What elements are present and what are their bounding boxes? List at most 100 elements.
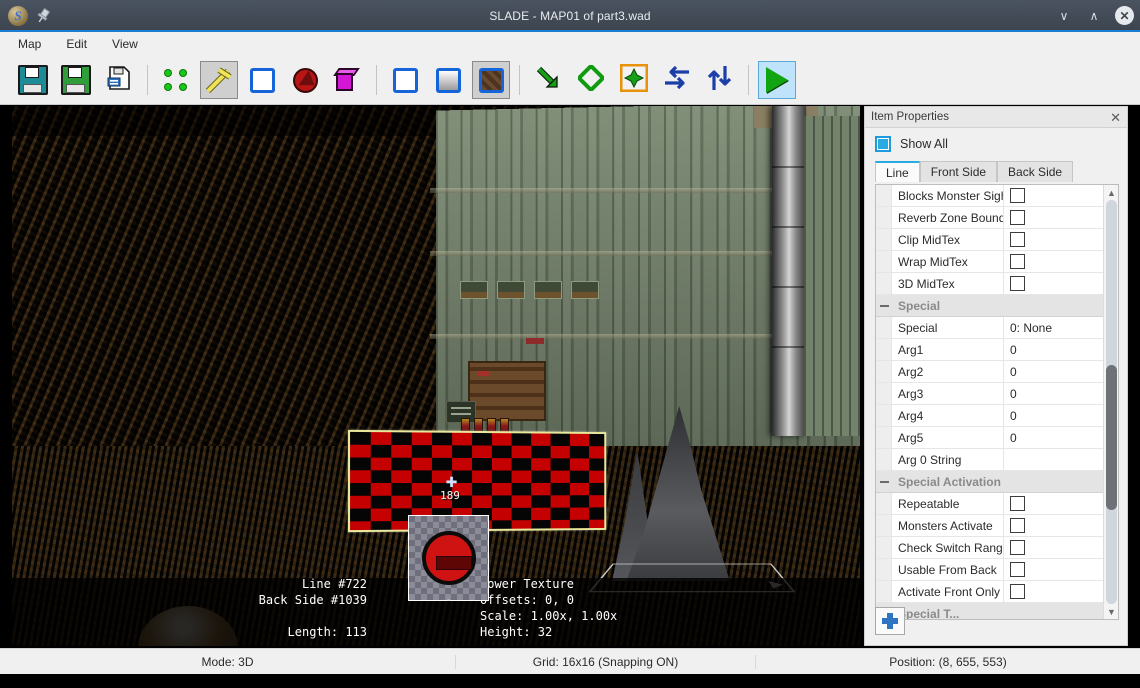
tab-front-side[interactable]: Front Side	[919, 161, 998, 182]
add-property-button[interactable]	[875, 607, 905, 635]
property-value[interactable]	[1004, 273, 1118, 294]
property-row[interactable]: 3D MidTex	[876, 273, 1118, 295]
close-button[interactable]: ✕	[1115, 6, 1134, 25]
property-value[interactable]	[1004, 537, 1118, 558]
property-value[interactable]: 0	[1004, 405, 1118, 426]
scrollbar-thumb[interactable]	[1106, 365, 1117, 510]
run-map-button[interactable]	[758, 61, 796, 99]
maximize-button[interactable]: ∧	[1085, 7, 1103, 25]
property-checkbox[interactable]	[1010, 562, 1025, 577]
property-row[interactable]: Arg4 0	[876, 405, 1118, 427]
collapse-toggle-icon[interactable]	[876, 295, 892, 316]
save-map-as-button[interactable]	[57, 61, 95, 99]
flat-shaded-button[interactable]	[429, 61, 467, 99]
collapse-toggle-icon[interactable]	[876, 471, 892, 492]
tab-line[interactable]: Line	[875, 161, 920, 182]
property-row[interactable]: Check Switch Range	[876, 537, 1118, 559]
property-row[interactable]: Arg2 0	[876, 361, 1118, 383]
3d-mode-button[interactable]	[329, 61, 367, 99]
property-value[interactable]: 0	[1004, 427, 1118, 448]
property-checkbox[interactable]	[1010, 518, 1025, 533]
mirror-vertical-button[interactable]	[701, 61, 739, 99]
property-row[interactable]: Reverb Zone Boundary	[876, 207, 1118, 229]
property-section-header[interactable]: Special T...	[876, 603, 1118, 620]
draw-lines-button[interactable]	[529, 61, 567, 99]
property-value[interactable]: 0	[1004, 383, 1118, 404]
property-checkbox[interactable]	[1010, 232, 1025, 247]
save-to-archive-button[interactable]	[100, 61, 138, 99]
show-all-checkbox[interactable]	[875, 136, 891, 152]
flat-textured-button[interactable]	[472, 61, 510, 99]
property-value[interactable]	[1004, 185, 1118, 206]
floppy-disk-green-icon	[61, 65, 91, 95]
row-gutter	[876, 185, 892, 206]
property-row[interactable]: Wrap MidTex	[876, 251, 1118, 273]
flat-white-button[interactable]	[386, 61, 424, 99]
properties-scrollbar[interactable]: ▲ ▼	[1103, 185, 1118, 619]
property-checkbox[interactable]	[1010, 276, 1025, 291]
row-gutter	[876, 581, 892, 602]
property-checkbox[interactable]	[1010, 188, 1025, 203]
row-gutter	[876, 405, 892, 426]
close-icon[interactable]: ✕	[1110, 111, 1121, 124]
menu-edit[interactable]: Edit	[64, 35, 89, 53]
property-value[interactable]: 0: None	[1004, 317, 1118, 338]
property-row[interactable]: Special 0: None	[876, 317, 1118, 339]
property-value[interactable]	[1004, 515, 1118, 536]
property-checkbox[interactable]	[1010, 584, 1025, 599]
property-value[interactable]	[1004, 207, 1118, 228]
property-row[interactable]: Clip MidTex	[876, 229, 1118, 251]
property-name: Special T...	[898, 606, 960, 620]
chevron-up-icon[interactable]: ▲	[1104, 185, 1118, 200]
status-position: Position: (8, 655, 553)	[755, 654, 1140, 669]
property-checkbox[interactable]	[1010, 496, 1025, 511]
property-row[interactable]: Usable From Back	[876, 559, 1118, 581]
property-section-header[interactable]: Special	[876, 295, 1118, 317]
map-3d-viewport[interactable]: ✚ 189 Line #722 Back Side #1039 Length: …	[12, 106, 860, 646]
property-checkbox[interactable]	[1010, 540, 1025, 555]
object-edit-button[interactable]	[615, 61, 653, 99]
menu-map[interactable]: Map	[16, 35, 43, 53]
property-value[interactable]	[1004, 559, 1118, 580]
mirror-horizontal-button[interactable]	[658, 61, 696, 99]
property-value[interactable]: 0	[1004, 361, 1118, 382]
line-tool-icon	[205, 67, 232, 94]
swap-vertical-icon	[707, 64, 733, 97]
property-value[interactable]	[1004, 251, 1118, 272]
things-mode-button[interactable]	[286, 61, 324, 99]
property-row[interactable]: Repeatable	[876, 493, 1118, 515]
property-row[interactable]: Arg3 0	[876, 383, 1118, 405]
property-value[interactable]: 0	[1004, 339, 1118, 360]
sectors-mode-button[interactable]	[243, 61, 281, 99]
row-gutter	[876, 207, 892, 228]
property-row[interactable]: Arg5 0	[876, 427, 1118, 449]
property-checkbox[interactable]	[1010, 210, 1025, 225]
plus-icon	[882, 613, 898, 629]
toolbar-separator	[147, 65, 148, 95]
property-row[interactable]: Blocks Monster Sight	[876, 185, 1118, 207]
toolbar-separator	[748, 65, 749, 95]
vertices-mode-button[interactable]	[157, 61, 195, 99]
property-row[interactable]: Arg 0 String	[876, 449, 1118, 471]
tab-back-side[interactable]: Back Side	[997, 161, 1074, 182]
menu-view[interactable]: View	[110, 35, 140, 53]
row-gutter	[876, 515, 892, 536]
property-row[interactable]: Monsters Activate	[876, 515, 1118, 537]
property-value[interactable]	[1004, 449, 1118, 470]
property-section-header[interactable]: Special Activation	[876, 471, 1118, 493]
show-all-row[interactable]: Show All	[865, 128, 1127, 160]
property-value[interactable]	[1004, 229, 1118, 250]
row-gutter	[876, 493, 892, 514]
lines-mode-button[interactable]	[200, 61, 238, 99]
show-all-label: Show All	[900, 137, 948, 151]
property-row[interactable]: Activate Front Only	[876, 581, 1118, 603]
chevron-down-icon[interactable]: ▼	[1104, 604, 1118, 619]
property-value[interactable]	[1004, 581, 1118, 602]
minimize-button[interactable]: ∨	[1055, 7, 1073, 25]
property-row[interactable]: Arg1 0	[876, 339, 1118, 361]
property-value[interactable]	[1004, 493, 1118, 514]
save-map-button[interactable]	[14, 61, 52, 99]
property-checkbox[interactable]	[1010, 254, 1025, 269]
draw-shape-button[interactable]	[572, 61, 610, 99]
properties-grid[interactable]: Blocks Monster SightReverb Zone Boundary…	[875, 184, 1119, 620]
